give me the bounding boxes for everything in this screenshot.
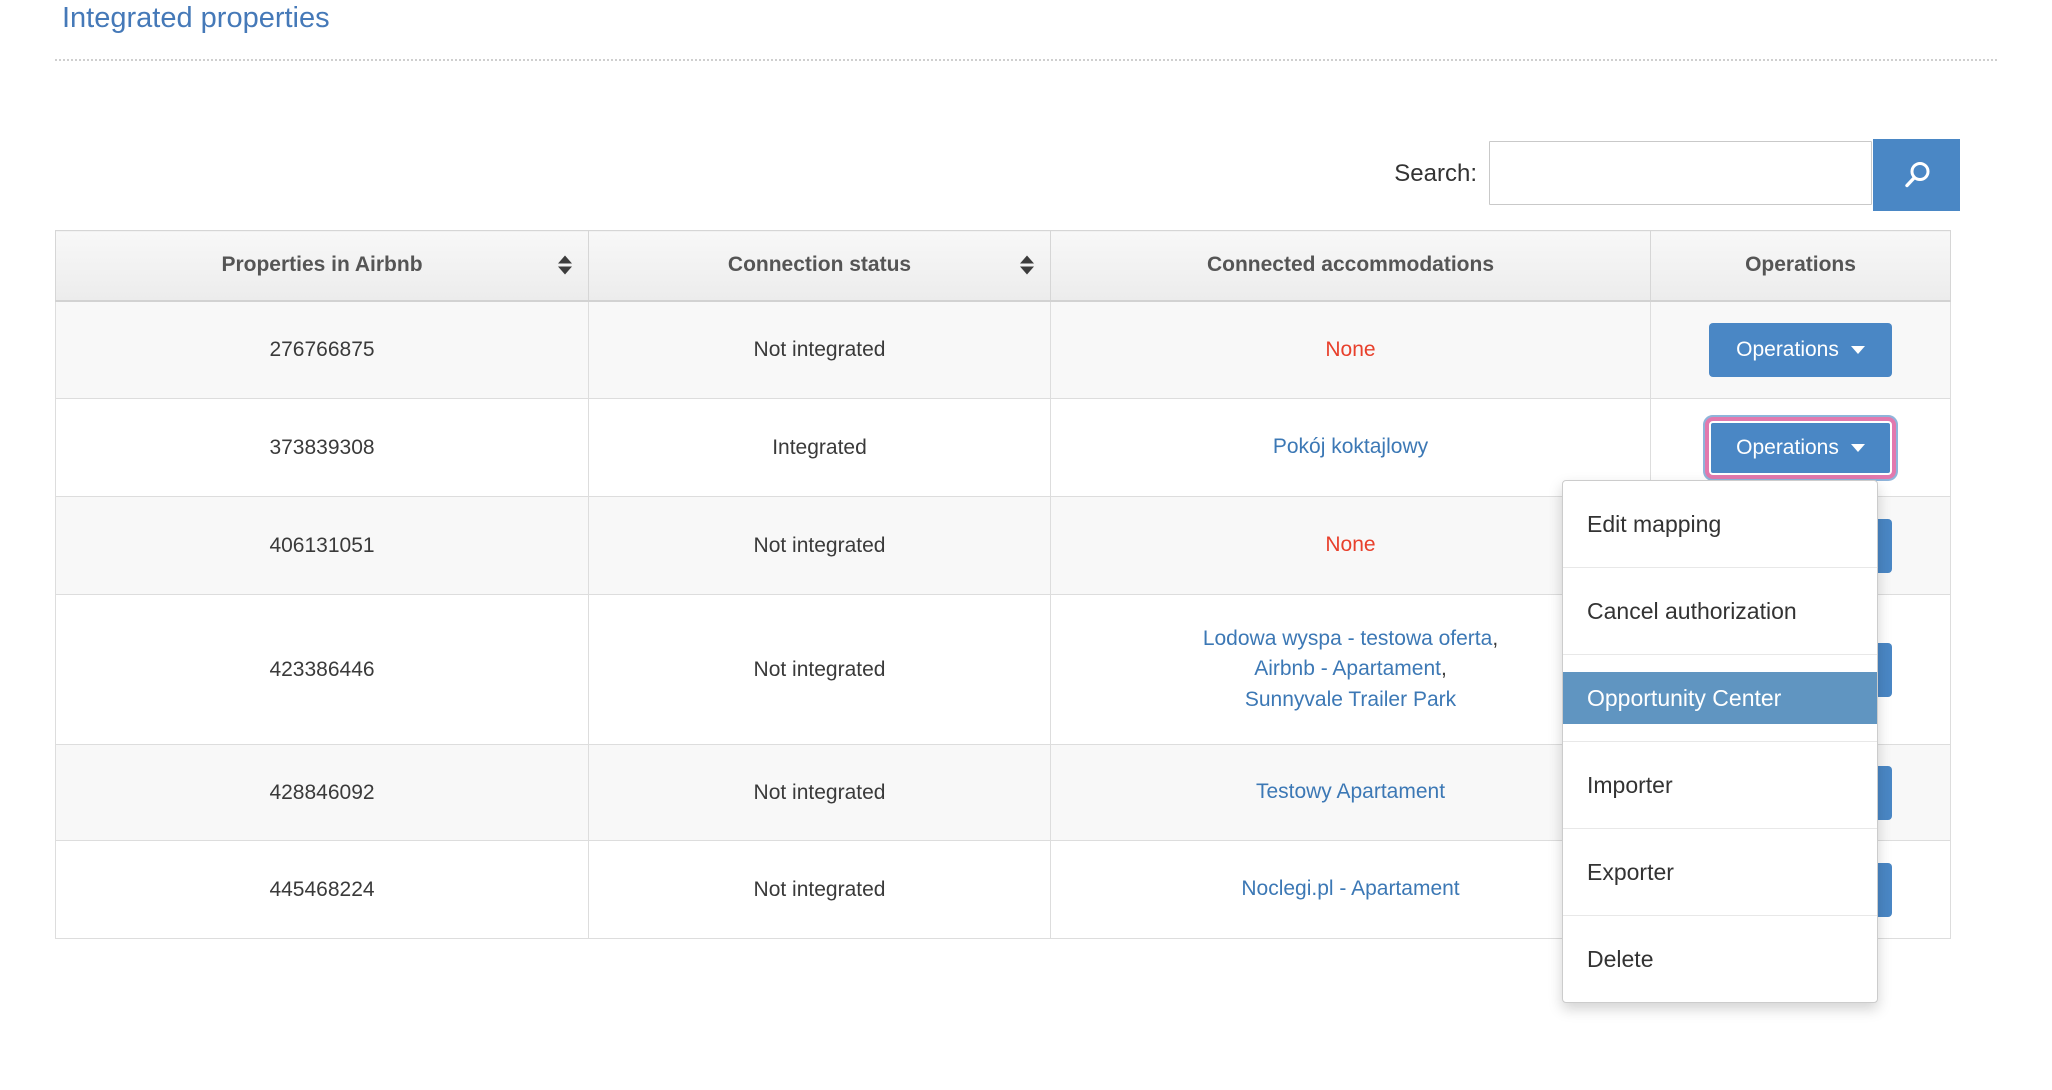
connection-status-cell: Not integrated (589, 841, 1051, 939)
menu-item-label[interactable]: Importer (1563, 759, 1877, 811)
header-label: Operations (1745, 253, 1856, 276)
title-divider (55, 59, 1997, 61)
connection-status-cell: Not integrated (589, 745, 1051, 841)
accommodation-link[interactable]: Noclegi.pl - Apartament (1241, 877, 1459, 900)
page-title: Integrated properties (62, 2, 330, 35)
accommodation-none: None (1325, 338, 1375, 361)
menu-item-label[interactable]: Edit mapping (1563, 498, 1877, 550)
property-id-cell: 276766875 (56, 301, 589, 399)
separator: , (1441, 657, 1447, 680)
caret-down-icon (1851, 444, 1865, 452)
header-label: Properties in Airbnb (221, 253, 422, 276)
property-id-cell: 406131051 (56, 497, 589, 595)
operations-button-label: Operations (1736, 338, 1839, 362)
header-properties-in-airbnb[interactable]: Properties in Airbnb (56, 231, 589, 301)
operations-button-label: Operations (1736, 436, 1839, 460)
accommodation-link[interactable]: Pokój koktajlowy (1273, 435, 1428, 458)
menu-item-delete[interactable]: Delete (1563, 916, 1877, 1002)
connection-status-cell: Not integrated (589, 497, 1051, 595)
table-row: 276766875 Not integrated None Operations (56, 301, 1951, 399)
connection-status-cell: Not integrated (589, 595, 1051, 745)
accommodations-cell: None (1051, 301, 1651, 399)
sort-icon[interactable] (1020, 256, 1034, 275)
menu-item-label[interactable]: Cancel authorization (1563, 585, 1877, 637)
menu-item-cancel-authorization[interactable]: Cancel authorization (1563, 568, 1877, 655)
operations-cell: Operations (1651, 301, 1951, 399)
table-header-row: Properties in Airbnb Connection status C… (56, 231, 1951, 301)
header-label: Connection status (728, 253, 911, 276)
accommodation-none: None (1325, 533, 1375, 556)
header-label: Connected accommodations (1207, 253, 1494, 276)
connection-status-cell: Not integrated (589, 301, 1051, 399)
header-connection-status[interactable]: Connection status (589, 231, 1051, 301)
property-id-cell: 423386446 (56, 595, 589, 745)
search-input[interactable] (1489, 141, 1872, 205)
accommodations-cell: Pokój koktajlowy (1051, 399, 1651, 497)
caret-down-icon (1851, 346, 1865, 354)
property-id-cell: 428846092 (56, 745, 589, 841)
integrated-properties-page: Integrated properties Search: Properties… (0, 0, 2052, 1090)
property-id-cell: 373839308 (56, 399, 589, 497)
accommodations-cell: None (1051, 497, 1651, 595)
connection-status-cell: Integrated (589, 399, 1051, 497)
operations-dropdown-menu: Edit mapping Cancel authorization Opport… (1562, 480, 1878, 1003)
menu-item-label[interactable]: Opportunity Center (1563, 672, 1877, 724)
menu-item-exporter[interactable]: Exporter (1563, 829, 1877, 916)
accommodation-link[interactable]: Testowy Apartament (1256, 780, 1445, 803)
menu-item-opportunity-center[interactable]: Opportunity Center (1563, 655, 1877, 742)
header-operations: Operations (1651, 231, 1951, 301)
accommodation-link[interactable]: Lodowa wyspa - testowa oferta (1203, 627, 1493, 650)
search-button[interactable] (1873, 139, 1960, 211)
search-icon (1901, 159, 1933, 191)
search-label: Search: (1330, 160, 1477, 188)
header-connected-accommodations: Connected accommodations (1051, 231, 1651, 301)
property-id-cell: 445468224 (56, 841, 589, 939)
sort-icon[interactable] (558, 256, 572, 275)
operations-button-active[interactable]: Operations (1709, 421, 1892, 475)
menu-item-importer[interactable]: Importer (1563, 742, 1877, 829)
separator: , (1492, 627, 1498, 650)
accommodations-cell: Noclegi.pl - Apartament (1051, 841, 1651, 939)
operations-button[interactable]: Operations (1709, 323, 1892, 377)
accommodation-link[interactable]: Airbnb - Apartament (1254, 657, 1441, 680)
accommodations-cell: Testowy Apartament (1051, 745, 1651, 841)
accommodation-link[interactable]: Sunnyvale Trailer Park (1245, 688, 1456, 711)
menu-item-edit-mapping[interactable]: Edit mapping (1563, 481, 1877, 568)
accommodations-cell: Lodowa wyspa - testowa oferta, Airbnb - … (1051, 595, 1651, 745)
menu-item-label[interactable]: Delete (1563, 933, 1877, 985)
menu-item-label[interactable]: Exporter (1563, 846, 1877, 898)
